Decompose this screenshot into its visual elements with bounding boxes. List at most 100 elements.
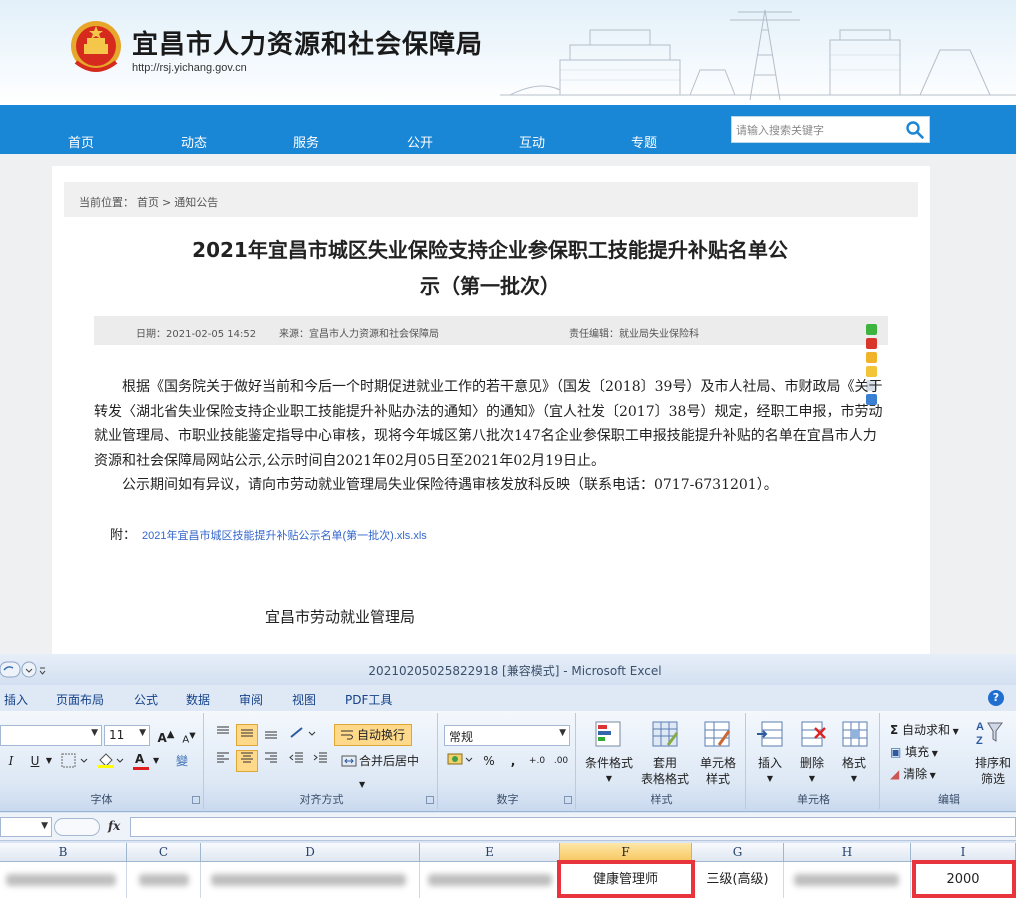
nav-services[interactable]: 服务 (293, 132, 319, 151)
nav-home[interactable]: 首页 (68, 132, 94, 151)
clear-label: 清除 (903, 767, 928, 781)
insert-cells-icon (757, 721, 783, 747)
decrease-indent-button[interactable] (286, 750, 308, 772)
alignment-dialog-launcher[interactable] (426, 796, 434, 804)
breadcrumb-prefix: 当前位置： (79, 196, 134, 209)
underline-button[interactable]: U (24, 750, 46, 772)
help-icon[interactable]: ? (988, 690, 1004, 706)
fill-color-button[interactable] (94, 750, 128, 772)
comma-style-button[interactable]: , (502, 750, 524, 772)
number-format-select[interactable]: 常规 ▼ (444, 725, 570, 746)
merge-center-button[interactable]: 合并后居中 ▼ (336, 750, 428, 789)
article-title-line-2: 示（第一批次） (420, 274, 560, 298)
nav-topics[interactable]: 专题 (631, 132, 657, 151)
column-header-e[interactable]: E (420, 843, 560, 862)
number-dialog-launcher[interactable] (564, 796, 572, 804)
format-cells-label: 格式 (841, 756, 866, 770)
site-url: http://rsj.yichang.gov.cn (132, 62, 247, 74)
align-bottom-button[interactable] (260, 724, 282, 746)
currency-button[interactable] (444, 750, 476, 772)
column-header-d[interactable]: D (201, 843, 420, 862)
redacted-text (211, 874, 406, 886)
italic-button[interactable]: I (0, 750, 22, 772)
breadcrumb-separator: > (162, 196, 172, 209)
wechat-share-icon[interactable] (866, 324, 877, 335)
attachment-link[interactable]: 2021年宜昌市城区技能提升补贴公示名单(第一批次).xls.xls (142, 530, 427, 542)
clear-button[interactable]: ◢ 清除 ▼ (890, 766, 936, 784)
increase-indent-button[interactable] (310, 750, 332, 772)
orientation-button[interactable] (286, 724, 320, 746)
align-left-button[interactable] (212, 750, 234, 772)
decrease-decimal-button[interactable]: .00 (550, 750, 572, 772)
autosum-button[interactable]: Σ 自动求和 ▼ (890, 722, 959, 740)
font-color-icon: A (135, 752, 145, 766)
percent-button[interactable]: % (478, 750, 500, 772)
align-center-button[interactable] (236, 750, 258, 772)
tab-view[interactable]: 视图 (292, 691, 316, 708)
fill-label: 填充 (905, 745, 930, 759)
column-header-g[interactable]: G (692, 843, 784, 862)
increase-decimal-button[interactable]: +.0 (526, 750, 548, 772)
search-icon[interactable] (905, 120, 925, 140)
phonetic-button[interactable]: 變 (165, 750, 199, 772)
name-box[interactable]: ▼ (0, 817, 52, 837)
breadcrumb-home[interactable]: 首页 (137, 196, 159, 209)
fill-button[interactable]: ▣ 填充 ▼ (890, 744, 938, 762)
format-table-label-1: 套用 (652, 756, 677, 770)
font-name-select[interactable]: ▼ (0, 725, 102, 746)
nav-interaction[interactable]: 互动 (519, 132, 545, 151)
column-header-b[interactable]: B (0, 843, 127, 862)
font-dialog-launcher[interactable] (192, 796, 200, 804)
shrink-font-button[interactable]: A▼ (178, 724, 200, 746)
cell-d[interactable] (201, 862, 420, 898)
nav-news[interactable]: 动态 (181, 132, 207, 151)
chevron-down-icon: ▼ (41, 821, 48, 831)
excel-window: 20210205025822918 [兼容模式] - Microsoft Exc… (0, 654, 1016, 898)
nav-public[interactable]: 公开 (407, 132, 433, 151)
align-middle-button[interactable] (236, 724, 258, 746)
qq-share-icon[interactable] (866, 352, 877, 363)
tab-page-layout[interactable]: 页面布局 (56, 691, 104, 708)
cell-c[interactable] (127, 862, 201, 898)
grow-font-button[interactable]: A▲ (155, 724, 177, 746)
wrap-text-button[interactable]: 自动换行 (334, 724, 412, 746)
cell-b[interactable] (0, 862, 127, 898)
delete-cells-label: 删除 (799, 756, 824, 770)
cell-e[interactable] (420, 862, 560, 898)
chevron-down-icon: ▼ (927, 771, 936, 780)
search-box (731, 116, 930, 143)
signature: 宜昌市劳动就业管理局 (265, 608, 416, 626)
align-right-icon (265, 752, 277, 763)
align-right-button[interactable] (260, 750, 282, 772)
redacted-text (428, 874, 552, 886)
column-header-h[interactable]: H (784, 843, 911, 862)
wrap-text-label: 自动换行 (357, 728, 406, 742)
font-color-button[interactable]: A ▼ (130, 750, 162, 772)
chevron-down-icon: ▼ (605, 774, 613, 783)
chevron-down-icon: ▼ (929, 749, 938, 758)
tab-pdf-tools[interactable]: PDF工具 (345, 691, 392, 708)
chevron-down-icon: ▼ (359, 780, 366, 789)
borders-icon (61, 753, 88, 768)
align-top-button[interactable] (212, 724, 234, 746)
weibo-share-icon[interactable] (866, 338, 877, 349)
font-size-select[interactable]: 11 ▼ (104, 725, 150, 746)
breadcrumb-notices[interactable]: 通知公告 (174, 196, 218, 209)
borders-button[interactable] (58, 750, 92, 772)
underline-dropdown[interactable]: ▼ (44, 750, 54, 772)
column-header-c[interactable]: C (127, 843, 201, 862)
tab-insert[interactable]: 插入 (4, 691, 28, 708)
tab-formulas[interactable]: 公式 (134, 691, 158, 708)
formula-input[interactable] (130, 817, 1016, 837)
cell-g[interactable]: 三级(高级) (692, 862, 784, 898)
tab-review[interactable]: 审阅 (239, 691, 263, 708)
share-icons (866, 324, 888, 405)
site-header: 宜昌市人力资源和社会保障局 http://rsj.yichang.gov.cn (0, 0, 1016, 105)
currency-icon (447, 753, 473, 765)
tab-data[interactable]: 数据 (186, 691, 210, 708)
search-input[interactable] (736, 121, 904, 139)
align-center-icon (241, 752, 253, 763)
insert-function-icon[interactable]: fx (108, 819, 120, 833)
formula-bar-expander[interactable] (54, 818, 100, 836)
cell-h[interactable] (784, 862, 911, 898)
